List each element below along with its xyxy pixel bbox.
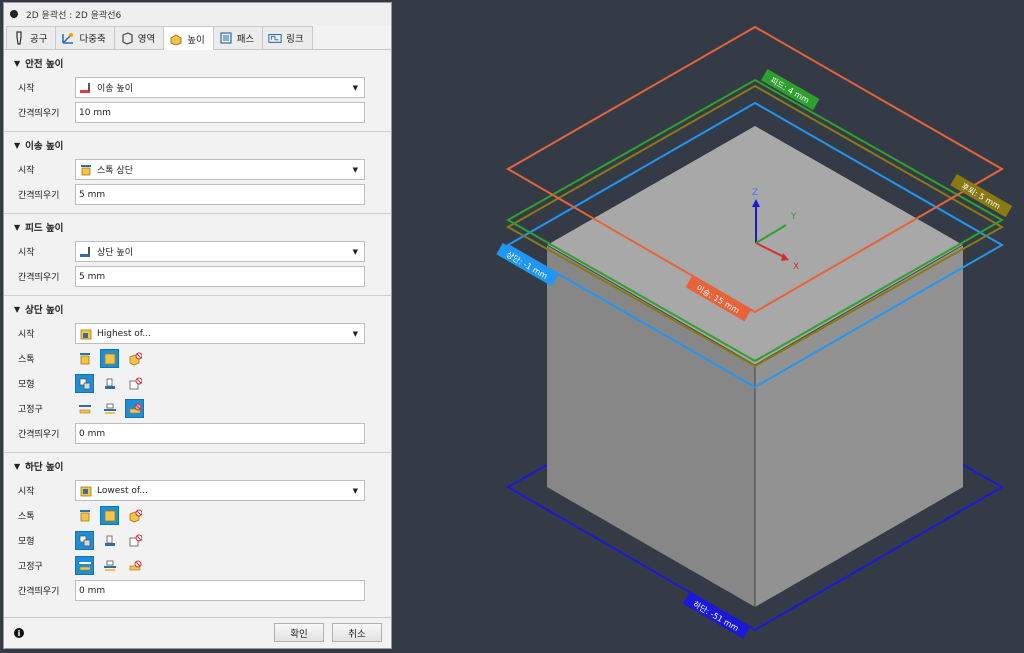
bottom-label: 하단: -51 mm	[682, 592, 750, 639]
svg-text:하단: -51 mm: 하단: -51 mm	[691, 599, 740, 633]
x-axis-label: X	[793, 262, 799, 272]
3d-viewport[interactable]: Z Y X 이송: 15 mm 후퇴: 5 mm 피드: 4 mm 상단: -1…	[0, 0, 1024, 653]
z-axis-label: Z	[752, 188, 758, 198]
y-axis-label: Y	[790, 212, 797, 222]
feed-label: 피드: 4 mm	[761, 68, 820, 111]
